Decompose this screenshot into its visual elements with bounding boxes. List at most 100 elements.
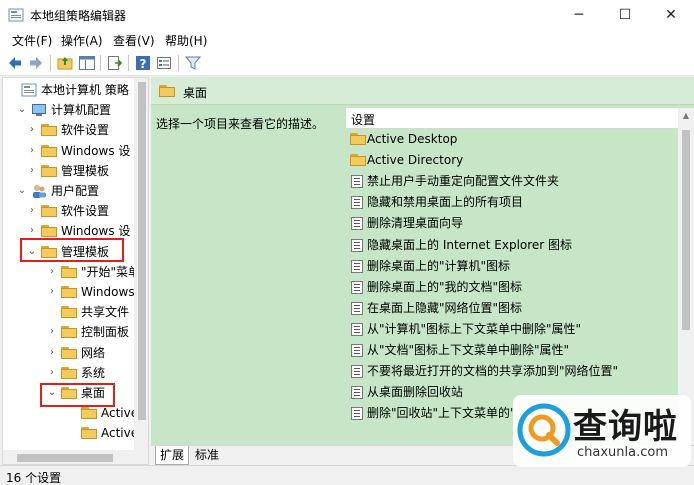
maximize-button[interactable]: ☐ xyxy=(602,0,648,30)
expand-chevron-icon[interactable]: › xyxy=(47,262,57,282)
menu-bar: 文件(F) 操作(A) 查看(V) 帮助(H) xyxy=(0,30,694,50)
show-hide-tree-icon[interactable] xyxy=(78,54,96,72)
magnifier-logo-icon xyxy=(517,403,571,457)
expand-chevron-icon[interactable]: › xyxy=(47,363,57,383)
status-text: 16 个设置 xyxy=(6,471,62,485)
tree-item-label: 本地计算机 策略 xyxy=(41,83,129,97)
group-policy-app-icon xyxy=(8,8,24,22)
expand-chevron-icon[interactable]: › xyxy=(27,161,37,181)
menu-view[interactable]: 查看(V) xyxy=(113,32,155,49)
folder-icon xyxy=(41,225,57,238)
folder-icon xyxy=(81,427,97,440)
policy-setting-icon xyxy=(351,301,363,315)
tab-extended[interactable]: 扩展 xyxy=(155,446,190,465)
tree-item-label: 控制面板 xyxy=(81,325,130,340)
highlight-box-admin-templates xyxy=(20,238,124,262)
settings-folder-row[interactable]: Active Desktop xyxy=(346,129,678,150)
policy-setting-icon xyxy=(351,259,363,273)
properties-icon[interactable] xyxy=(155,54,173,72)
folder-icon xyxy=(61,326,77,339)
details-pane: 桌面 选择一个项目来查看它的描述。 设置 Active Desktop Activ… xyxy=(151,77,694,445)
setting-label: 隐藏桌面上的 Internet Explorer 图标 xyxy=(367,237,573,252)
collapse-chevron-icon[interactable]: ⌄ xyxy=(17,181,27,201)
setting-row[interactable]: 从"计算机"图标上下文菜单中删除"属性" xyxy=(346,319,678,340)
description-text: 选择一个项目来查看它的描述。 xyxy=(156,117,325,131)
forward-arrow-icon[interactable] xyxy=(27,54,45,72)
tree-vertical-scroll-thumb[interactable] xyxy=(138,82,146,420)
tree-item-label: 系统 xyxy=(81,365,106,380)
setting-label: 禁止用户手动重定向配置文件文件夹 xyxy=(367,174,560,189)
menu-action[interactable]: 操作(A) xyxy=(61,32,103,49)
expand-chevron-icon[interactable]: › xyxy=(27,120,37,140)
help-icon[interactable]: ? xyxy=(134,54,152,72)
pane-header: 桌面 xyxy=(151,77,694,105)
tree-item-label: Active xyxy=(101,426,139,441)
scroll-up-arrow-icon[interactable]: ▲ xyxy=(678,108,694,124)
setting-label: 隐藏和禁用桌面上的所有项目 xyxy=(367,195,524,210)
folder-icon xyxy=(61,306,77,319)
filter-icon[interactable] xyxy=(184,54,202,72)
setting-row[interactable]: 删除桌面上的"我的文档"图标 xyxy=(346,277,678,298)
minimize-button[interactable]: ─ xyxy=(556,0,602,30)
setting-label: 删除桌面上的"计算机"图标 xyxy=(367,258,511,273)
policy-setting-icon xyxy=(351,238,363,252)
setting-row[interactable]: 不要将最近打开的文档的共享添加到"网络位置" xyxy=(346,361,678,382)
pane-header-title: 桌面 xyxy=(183,86,208,100)
policy-setting-icon xyxy=(351,175,363,189)
setting-label: 不要将最近打开的文档的共享添加到"网络位置" xyxy=(367,364,619,379)
policy-icon xyxy=(21,83,37,97)
menu-file[interactable]: 文件(F) xyxy=(12,32,52,49)
setting-row[interactable]: 禁止用户手动重定向配置文件文件夹 xyxy=(346,171,678,192)
folder-icon xyxy=(61,286,77,298)
setting-label: Active Directory xyxy=(367,153,464,168)
status-bar: 16 个设置 xyxy=(0,465,694,485)
policy-setting-icon xyxy=(351,280,363,294)
back-arrow-icon[interactable] xyxy=(6,54,24,72)
setting-label: 删除"回收站"上下文菜单的" xyxy=(367,406,516,421)
setting-row[interactable]: 隐藏和禁用桌面上的所有项目 xyxy=(346,192,678,213)
setting-label: 从"文档"图标上下文菜单中删除"属性" xyxy=(367,343,570,357)
title-bar: 本地组策略编辑器 ─ ☐ ✕ xyxy=(0,0,694,30)
user-icon xyxy=(33,185,46,198)
policy-setting-icon xyxy=(351,407,363,421)
tab-standard[interactable]: 标准 xyxy=(191,446,223,465)
setting-label: 从"计算机"图标上下文菜单中删除"属性" xyxy=(367,321,582,336)
pane-vertical-scroll-thumb[interactable] xyxy=(682,130,690,330)
menu-help[interactable]: 帮助(H) xyxy=(165,32,207,49)
collapse-chevron-icon[interactable]: ⌄ xyxy=(17,100,27,120)
setting-row[interactable]: 隐藏桌面上的 Internet Explorer 图标 xyxy=(346,235,678,256)
policy-setting-icon xyxy=(351,322,363,336)
up-folder-icon[interactable] xyxy=(56,54,74,72)
svg-text:?: ? xyxy=(140,57,147,71)
expand-chevron-icon[interactable]: › xyxy=(27,201,37,221)
folder-icon xyxy=(41,205,57,218)
expand-chevron-icon[interactable]: › xyxy=(27,141,37,161)
tree-item-label: 网络 xyxy=(81,345,106,360)
settings-folder-row[interactable]: Active Directory xyxy=(346,150,678,171)
export-list-icon[interactable] xyxy=(106,54,124,72)
watermark: 查询啦 chaxunla.com xyxy=(513,395,691,467)
column-header-label: 设置 xyxy=(351,113,376,127)
toolbar: ? xyxy=(0,50,694,76)
tree-item-label: 软件设置 xyxy=(61,123,110,138)
setting-row[interactable]: 在桌面上隐藏"网络位置"图标 xyxy=(346,298,678,319)
toolbar-separator xyxy=(178,55,179,71)
setting-row[interactable]: 删除桌面上的"计算机"图标 xyxy=(346,256,678,277)
toolbar-separator xyxy=(100,55,101,71)
setting-label: 在桌面上隐藏"网络位置"图标 xyxy=(367,300,523,315)
close-button[interactable]: ✕ xyxy=(648,0,694,30)
settings-column-header[interactable]: 设置 xyxy=(346,108,678,129)
policy-setting-icon xyxy=(351,217,363,231)
policy-setting-icon xyxy=(351,386,363,400)
tree-vertical-scrollbar[interactable] xyxy=(134,78,148,450)
tree-horizontal-scrollbar[interactable] xyxy=(3,450,148,464)
folder-icon xyxy=(81,407,97,420)
watermark-url: chaxunla.com xyxy=(577,445,668,460)
tree-item-label: 管理模板 xyxy=(61,163,110,178)
tree-horizontal-scroll-thumb[interactable] xyxy=(17,454,113,462)
expand-chevron-icon[interactable]: › xyxy=(47,322,57,342)
expand-chevron-icon[interactable]: › xyxy=(47,282,57,302)
setting-row[interactable]: 从"文档"图标上下文菜单中删除"属性" xyxy=(346,340,678,361)
expand-chevron-icon[interactable]: › xyxy=(47,343,57,363)
setting-row[interactable]: 删除清理桌面向导 xyxy=(346,213,678,234)
